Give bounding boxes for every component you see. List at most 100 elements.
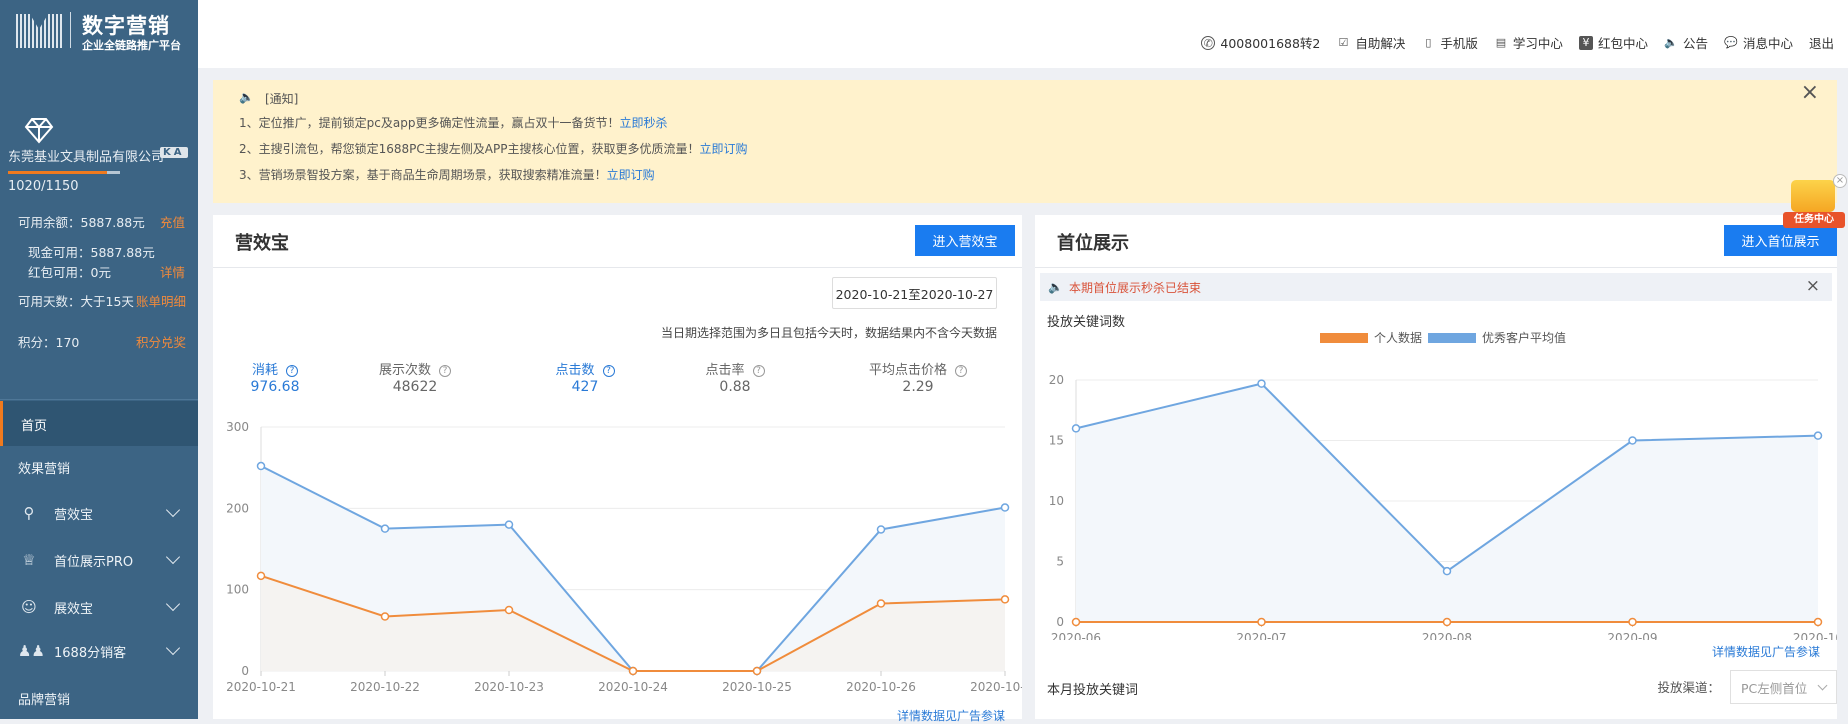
detail-link[interactable]: 详情 [160,262,185,281]
mobile-link[interactable]: ▯ 手机版 [1421,33,1478,52]
x-tick-label: 2020-10-26 [846,680,916,694]
balance: 可用余额：5887.88元 [18,215,145,230]
book-icon: ▤ [1495,35,1507,49]
data-point [504,520,514,529]
data-point [380,612,390,621]
notice-link[interactable]: 立即秒杀 [619,116,667,130]
chevron-down-icon[interactable] [165,596,181,612]
help-icon[interactable]: ? [752,365,765,377]
recharge-link[interactable]: 充值 [160,212,185,231]
metric-avg-price: 平均点击价格? 2.29 [848,359,988,395]
yxb-detail-link[interactable]: 详情数据见广告参谋 [897,707,1005,724]
help-icon[interactable]: ? [286,365,298,377]
metric-value: 2.29 [902,379,934,395]
redeem-link[interactable]: 积分兑奖 [136,332,186,351]
metric-label: 点击数 [555,363,595,378]
phone-link[interactable]: ✆ 4008001688转2 [1201,33,1320,52]
data-point [876,525,886,534]
chevron-down-icon[interactable] [165,502,181,518]
notice-link[interactable]: 立即订购 [607,168,655,182]
metric-value: 48622 [392,379,438,395]
data-point [1000,503,1010,512]
x-tick-label: 2020-10-27 [970,680,1022,694]
user-circle-icon: ☺ [21,598,37,616]
flash-sale-banner: 🔈 本期首位展示秒杀已结束 × [1040,273,1832,301]
data-point [876,599,886,608]
x-tick-label: 2020-07 [1236,631,1286,640]
sidebar-item-fxk[interactable]: ♟♟ 1688分销客 [0,631,198,671]
ka-badge: KA [160,147,188,158]
legend-swatch [1428,332,1477,343]
y-tick-label: 10 [1049,494,1064,508]
x-tick-label: 2020-10-25 [722,680,792,694]
sidebar-item-swzs-pro[interactable]: ♕ 首位展示PRO [0,540,198,580]
messages-text: 消息中心 [1742,36,1793,51]
yxb-card: 营效宝 进入营效宝 2020-10-21至2020-10-27 当日期选择范围为… [213,215,1022,723]
notice-title: [通知] [265,92,299,106]
banner-close-icon[interactable]: × [1806,276,1820,296]
y-tick-label: 5 [1056,555,1064,569]
chevron-down-icon[interactable] [165,640,181,656]
y-tick-label: 20 [1049,373,1064,387]
logo-icon [16,14,62,48]
task-center-label: 任务中心 [1783,212,1845,228]
data-point [1813,431,1823,440]
cash-available: 现金可用：5887.88元 [28,245,155,260]
notice-link[interactable]: 立即订购 [699,142,747,156]
metric-value: 976.68 [250,379,300,395]
help-icon[interactable]: ? [955,365,967,377]
sidebar-item-yxb[interactable]: ⚲ 营效宝 [0,493,198,533]
legend-label: 优秀客户平均值 [1482,331,1567,345]
data-point [1257,617,1266,627]
task-center-widget[interactable]: × 任务中心 [1783,170,1847,236]
data-point [1628,617,1637,627]
sidebar-item-label: 展效宝 [54,601,94,617]
notice-text: 1、定位推广，提前锁定pc及app更多确定性流量，赢占双十一备货节！ [239,116,620,130]
metric-label: 消耗 [251,363,278,378]
logout-link[interactable]: 退出 [1809,33,1834,52]
messages-link[interactable]: 💬 消息中心 [1724,33,1793,52]
progress-text: 1020/1150 [8,179,79,194]
data-point [256,461,266,471]
yxb-title: 营效宝 [235,233,289,254]
self-help-link[interactable]: ☑ 自助解决 [1336,33,1405,52]
chest-icon [1791,180,1835,212]
company-name: 东莞基业文具制品有限公司 [8,150,165,165]
sidebar-item-label: 1688分销客 [54,645,127,661]
metric-clicks: 点击数? 427 [515,359,655,395]
bill-link[interactable]: 账单明细 [136,291,186,310]
self-help-text: 自助解决 [1355,36,1406,51]
channel-select[interactable]: PC左侧首位 [1730,670,1837,704]
help-icon[interactable]: ? [439,365,451,377]
swzs-detail-link[interactable]: 详情数据见广告参谋 [1712,643,1820,660]
date-range-picker[interactable]: 2020-10-21至2020-10-27 [832,277,997,309]
y-tick-label: 100 [226,583,249,597]
data-point [256,571,266,581]
learn-text: 学习中心 [1512,36,1563,51]
sidebar-item-zxb[interactable]: ☺ 展效宝 [0,587,198,627]
y-tick-label: 300 [226,420,249,434]
help-icon[interactable]: ? [602,365,615,377]
sidebar-item-home[interactable]: 首页 [0,401,198,446]
chat-icon: 💬 [1724,35,1738,49]
redpacket-link[interactable]: ¥ 红包中心 [1578,33,1648,52]
chart-legend: 个人数据 优秀客户平均值 [1320,329,1566,346]
notice-line-2: 2、主搜引流包，帮您锁定1688PC主搜左侧及APP主搜核心位置，获取更多优质流… [239,140,748,157]
notice-close-icon[interactable]: × [1801,82,1819,104]
task-close-icon[interactable]: × [1833,174,1847,188]
x-tick-label: 2020-09 [1607,631,1657,640]
announce-text: 公告 [1682,36,1708,51]
swzs-card: 首位展示 进入首位展示 🔈 本期首位展示秒杀已结束 × 投放关键词数 个人数据 优秀… [1035,215,1837,719]
learn-link[interactable]: ▤ 学习中心 [1494,33,1563,52]
enter-yxb-button[interactable]: 进入营效宝 [915,225,1015,256]
metric-label: 展示次数 [378,363,431,378]
checkbox-icon: ☑ [1338,35,1349,49]
notice-text: 2、主搜引流包，帮您锁定1688PC主搜左侧及APP主搜核心位置，获取更多优质流… [239,142,700,156]
chevron-down-icon [1817,680,1828,690]
mobile-icon: ▯ [1425,35,1432,49]
card-divider [1035,267,1837,268]
chevron-down-icon[interactable] [165,549,181,565]
x-tick-label: 2020-10 [1793,631,1837,640]
y-tick-label: 0 [241,664,249,678]
announce-link[interactable]: 🔈 公告 [1664,33,1708,52]
